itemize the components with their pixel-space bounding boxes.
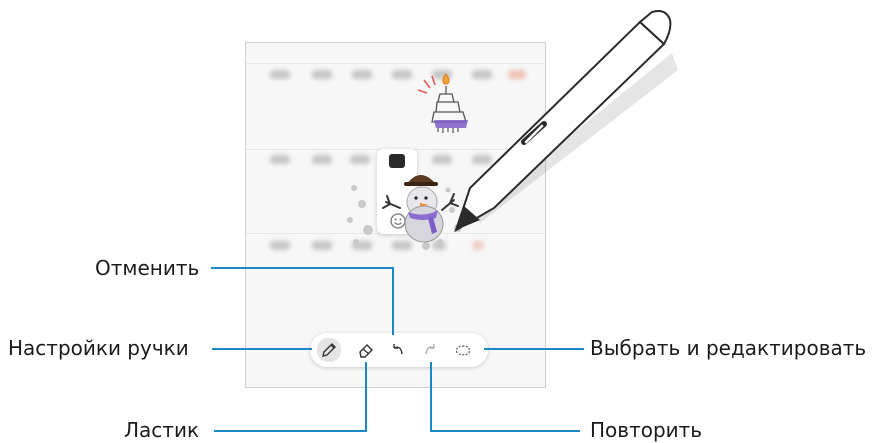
leader-line (211, 267, 394, 269)
blurred-date (472, 241, 484, 250)
eraser-icon (359, 344, 373, 358)
blurred-date (312, 241, 332, 250)
s-pen (454, 10, 678, 233)
blurred-date (312, 70, 332, 79)
lasso-icon (456, 345, 470, 356)
blurred-date (352, 70, 372, 79)
undo-button[interactable] (387, 339, 409, 361)
blurred-date (270, 241, 290, 250)
leader-line (430, 362, 432, 432)
pen-settings-button[interactable] (317, 338, 341, 362)
leader-line (392, 267, 394, 335)
undo-icon (393, 344, 403, 355)
leader-line (430, 430, 580, 432)
redo-icon (425, 344, 435, 355)
undo-label: Отменить (95, 256, 200, 280)
blurred-date (312, 155, 332, 164)
blurred-date (270, 155, 290, 164)
redo-button[interactable] (419, 339, 441, 361)
leader-line (212, 348, 312, 350)
selection-button[interactable] (452, 339, 474, 361)
leader-line (214, 430, 367, 432)
pen-settings-label: Настройки ручки (8, 336, 189, 360)
pen-icon (322, 343, 336, 357)
select-edit-label: Выбрать и редактировать (590, 336, 867, 360)
blurred-date (392, 70, 412, 79)
leader-line (484, 348, 584, 350)
leader-line (365, 362, 367, 432)
redo-label: Повторить (590, 418, 703, 442)
eraser-label: Ластик (124, 418, 200, 442)
eraser-button[interactable] (355, 339, 377, 361)
blurred-date (270, 70, 290, 79)
